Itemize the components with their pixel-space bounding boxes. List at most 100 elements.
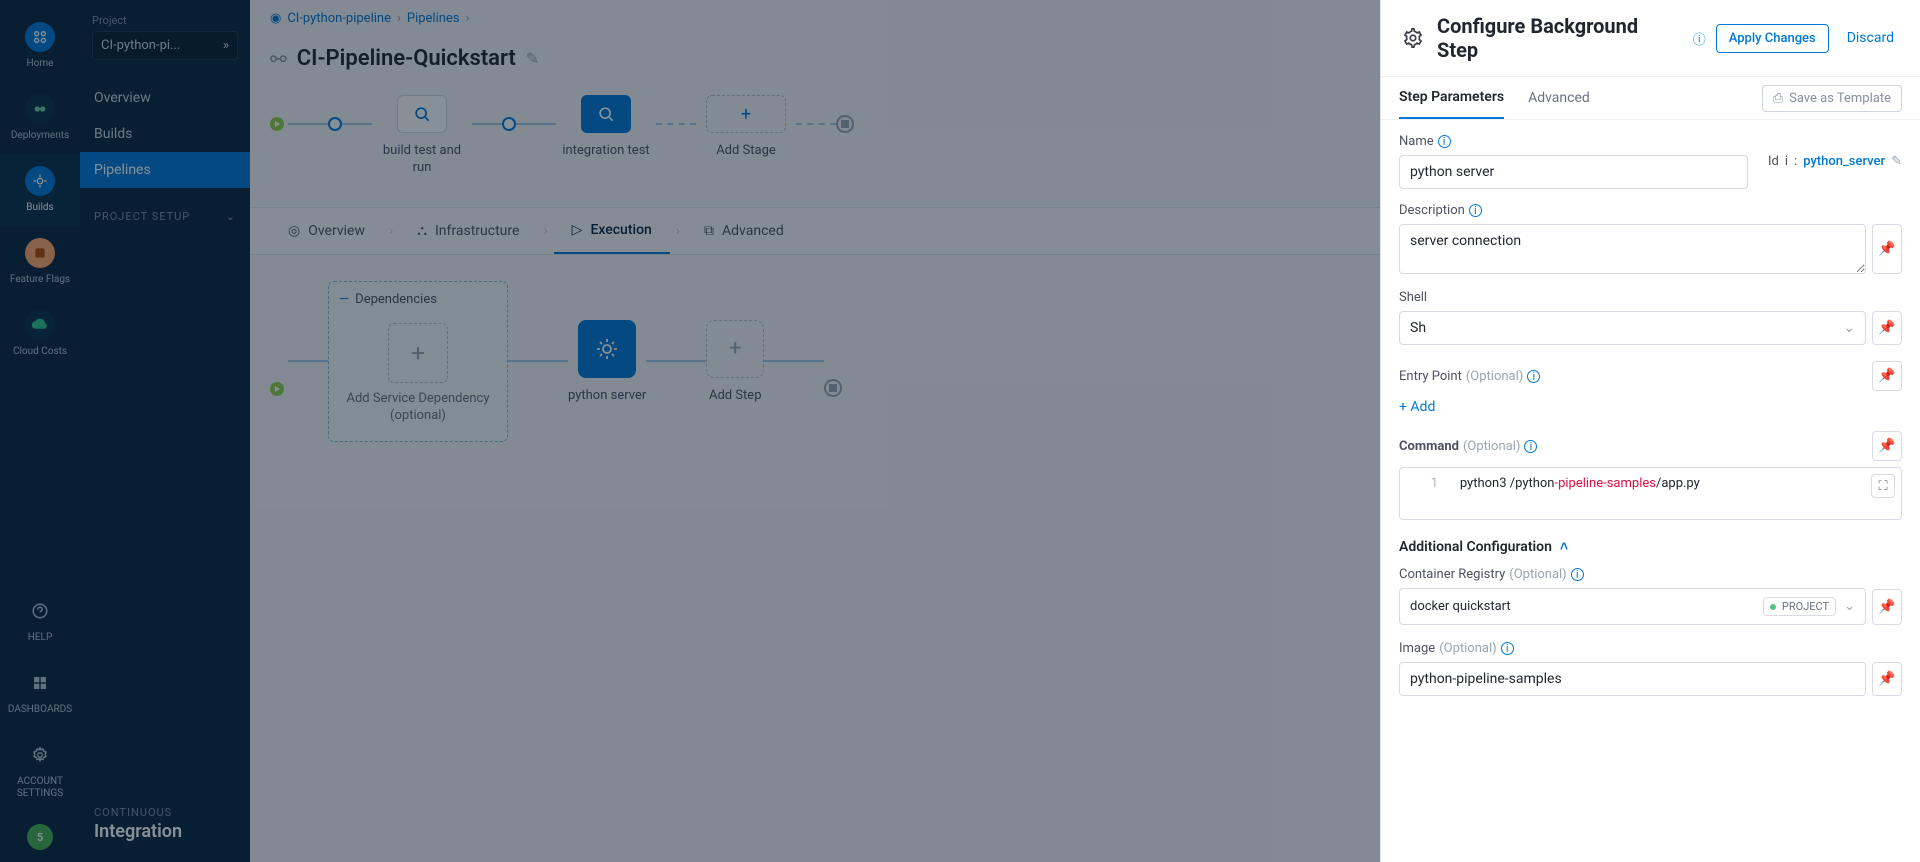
nav-acct-label: ACCOUNT SETTINGS [4, 776, 76, 800]
registry-select[interactable]: docker quickstart PROJECT ⌄ [1399, 588, 1866, 625]
cmd-part-b: -pipeline-samples [1554, 476, 1655, 491]
home-icon [25, 22, 55, 52]
info-icon[interactable]: i [1785, 154, 1788, 169]
cmd-part-a: python3 /python [1460, 476, 1555, 491]
tab-advanced-params[interactable]: Advanced [1528, 78, 1590, 118]
continuous-label: CONTINUOUS [94, 806, 236, 819]
info-icon[interactable]: i [1469, 204, 1482, 217]
chevron-up-icon: ˄ [1560, 538, 1568, 555]
chevron-down-icon: ⌄ [1844, 599, 1855, 614]
dashboards-icon [25, 668, 55, 698]
add-entry-button[interactable]: + Add [1399, 399, 1435, 415]
sidebar-link-builds[interactable]: Builds [80, 116, 250, 152]
nav-deployments[interactable]: Deployments [0, 82, 80, 154]
edit-id-icon[interactable]: ✎ [1891, 154, 1902, 169]
step-label: python server [568, 388, 646, 403]
project-setup-toggle[interactable]: PROJECT SETUP ⌄ [80, 188, 250, 231]
minus-icon[interactable]: — [339, 292, 349, 307]
info-icon[interactable]: i [1524, 440, 1537, 453]
add-step-button[interactable]: + [706, 320, 764, 378]
command-editor[interactable]: 1 python3 /python-pipeline-samples/app.p… [1399, 467, 1902, 520]
apply-changes-button[interactable]: Apply Changes [1716, 24, 1829, 53]
nav-builds-label: Builds [26, 202, 53, 214]
nav-user[interactable]: 5 [0, 812, 80, 862]
sidebar-link-overview[interactable]: Overview [80, 80, 250, 116]
project-icon: ◉ [270, 11, 281, 26]
start-node[interactable] [270, 117, 284, 131]
pin-button[interactable]: 📌 [1872, 361, 1902, 391]
breadcrumb-0[interactable]: CI-python-pipeline [287, 11, 391, 26]
add-dependency-button[interactable]: + [388, 323, 448, 383]
cloud-icon [25, 310, 55, 340]
add-dependency-label: Add Service Dependency (optional) [339, 391, 497, 425]
project-setup-label: PROJECT SETUP [94, 210, 190, 223]
nav-help-label: HELP [28, 632, 53, 644]
registry-optional: (Optional) [1509, 567, 1566, 582]
pin-button[interactable]: 📌 [1872, 311, 1902, 345]
nav-help[interactable]: HELP [0, 584, 80, 656]
id-label: Id [1768, 154, 1779, 169]
builds-icon [25, 166, 55, 196]
gear-icon [1399, 24, 1427, 52]
description-input[interactable] [1399, 224, 1866, 274]
tab-advanced[interactable]: ⧉ Advanced [686, 209, 802, 253]
registry-value: docker quickstart [1410, 599, 1511, 614]
pin-button[interactable]: 📌 [1872, 589, 1902, 625]
exec-start-node[interactable] [270, 382, 284, 396]
info-icon[interactable]: i [1501, 642, 1514, 655]
panel-info-icon[interactable]: ⓘ [1693, 29, 1706, 48]
info-icon[interactable]: i [1438, 135, 1451, 148]
scope-label: PROJECT [1782, 600, 1829, 613]
description-label: Description [1399, 203, 1465, 218]
flags-icon [25, 238, 55, 268]
nav-home[interactable]: Home [0, 10, 80, 82]
dependencies-title: Dependencies [355, 292, 437, 307]
nav-home-label: Home [27, 58, 54, 70]
info-icon[interactable]: i [1527, 370, 1540, 383]
tab-overview[interactable]: ◎ Overview [270, 209, 383, 253]
nav-account[interactable]: ACCOUNT SETTINGS [0, 728, 80, 812]
nav-builds[interactable]: Builds [0, 154, 80, 226]
nav-cloud-costs[interactable]: Cloud Costs [0, 298, 80, 370]
save-as-template-button[interactable]: ⎙ Save as Template [1762, 85, 1902, 112]
sidebar-link-pipelines[interactable]: Pipelines [80, 152, 250, 188]
info-icon[interactable]: i [1571, 568, 1584, 581]
pin-button[interactable]: 📌 [1872, 431, 1902, 461]
id-value: python_server [1803, 154, 1885, 169]
breadcrumb-1[interactable]: Pipelines [407, 11, 460, 26]
shell-select[interactable]: Sh ⌄ [1399, 311, 1866, 345]
name-input[interactable] [1399, 155, 1748, 189]
expand-editor-button[interactable]: ⛶ [1871, 474, 1895, 498]
image-optional: (Optional) [1439, 641, 1496, 656]
pin-button[interactable]: 📌 [1872, 662, 1902, 696]
stage-integration[interactable] [581, 95, 631, 133]
tab-execution[interactable]: ▷ Execution [554, 208, 670, 254]
chevron-down-icon: ⌄ [226, 210, 236, 223]
line-number: 1 [1410, 476, 1438, 491]
project-selected: CI-python-pi... [101, 38, 180, 53]
discard-button[interactable]: Discard [1839, 24, 1902, 52]
template-icon: ⎙ [1773, 91, 1783, 106]
tab-step-parameters[interactable]: Step Parameters [1399, 77, 1504, 119]
project-label: Project [92, 14, 238, 27]
nav-dashboards[interactable]: DASHBOARDS [0, 656, 80, 728]
tab-adv-label: Advanced [722, 223, 784, 239]
edit-title-icon[interactable]: ✎ [526, 49, 539, 68]
image-input[interactable] [1399, 662, 1866, 696]
add-stage-button[interactable]: + [706, 95, 786, 133]
additional-config-toggle[interactable]: Additional Configuration ˄ [1399, 538, 1902, 555]
chevron-right-icon: » [223, 38, 229, 53]
stage-build-test[interactable] [397, 95, 447, 133]
nav-feature-flags[interactable]: Feature Flags [0, 226, 80, 298]
step-python-server[interactable] [578, 320, 636, 378]
tab-infrastructure[interactable]: ⛬ Infrastructure [399, 209, 537, 253]
project-select[interactable]: CI-python-pi... » [92, 31, 238, 60]
name-label: Name [1399, 134, 1434, 149]
pin-button[interactable]: 📌 [1872, 224, 1902, 274]
pipeline-title: CI-Pipeline-Quickstart [297, 46, 516, 71]
deploy-icon [25, 94, 55, 124]
end-node [836, 115, 854, 133]
shell-label: Shell [1399, 290, 1427, 305]
additional-config-label: Additional Configuration [1399, 539, 1552, 555]
breadcrumb-sep: › [466, 11, 470, 26]
